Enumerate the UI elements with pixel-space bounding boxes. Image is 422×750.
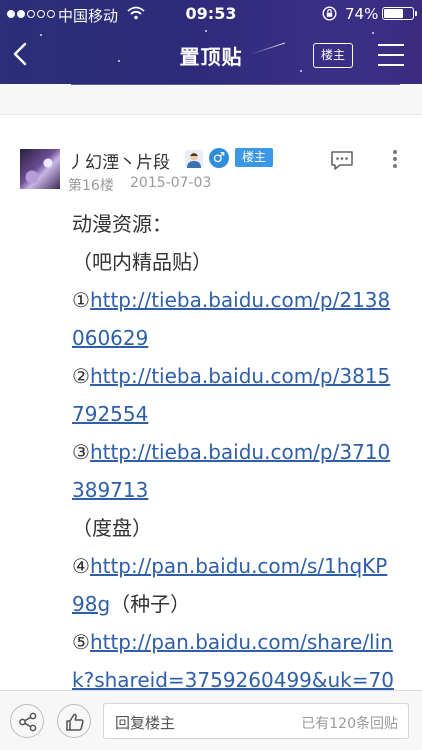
reply-bar: 回复楼主 已有120条回贴 (0, 690, 422, 750)
list-marker: ④ (72, 554, 90, 578)
reply-input[interactable]: 回复楼主 已有120条回贴 (103, 703, 409, 739)
divider (71, 84, 400, 85)
floor-number: 第16楼 (68, 178, 114, 194)
post-line: （度盘） (72, 516, 402, 554)
post-line: 动漫资源： (72, 212, 402, 250)
post-link[interactable]: 98g (72, 592, 110, 616)
post-content: 动漫资源： （吧内精品贴） ①http://tieba.baidu.com/p/… (72, 212, 402, 706)
post-text: 动漫资源： (72, 212, 172, 236)
list-marker: ② (72, 364, 90, 388)
post-text: （种子） (110, 592, 191, 616)
star-decoration (300, 70, 302, 72)
post-line: ④http://pan.baidu.com/s/1hqKP (72, 554, 402, 592)
list-marker: ⑤ (72, 630, 90, 654)
post-link[interactable]: http://pan.baidu.com/share/lin (90, 630, 393, 654)
post-line: （吧内精品贴） (72, 250, 402, 288)
post-link[interactable]: http://tieba.baidu.com/p/3710 (90, 440, 390, 464)
user-icon (185, 150, 203, 168)
post-line: ①http://tieba.baidu.com/p/2138 (72, 288, 402, 326)
post-link[interactable]: http://tieba.baidu.com/p/2138 (90, 288, 390, 312)
divider (0, 114, 422, 115)
status-bar: 中国移动 09:53 74% (0, 0, 422, 28)
male-gender-icon: ♂ (209, 148, 229, 168)
post-line: 060629 (72, 326, 402, 364)
comment-icon[interactable] (330, 150, 354, 170)
post-line: 792554 (72, 402, 402, 440)
post-date: 2015-07-03 (130, 175, 212, 191)
post-link[interactable]: 060629 (72, 326, 148, 350)
star-decoration (372, 32, 374, 34)
star-decoration (205, 30, 207, 32)
like-button[interactable] (57, 704, 91, 738)
post-line: 98g（种子） (72, 592, 402, 630)
rotation-lock-icon (322, 6, 337, 21)
share-button[interactable] (10, 704, 44, 738)
post-link[interactable]: k?shareid=3759260499&uk=70 (72, 668, 394, 692)
post-link[interactable]: 792554 (72, 402, 148, 426)
menu-icon[interactable] (378, 44, 404, 66)
post-link[interactable]: 389713 (72, 478, 148, 502)
post-text: （度盘） (72, 516, 152, 540)
thumbs-up-icon (66, 713, 84, 731)
avatar[interactable] (20, 149, 60, 189)
reply-count: 已有120条回贴 (301, 716, 398, 732)
post-line: 389713 (72, 478, 402, 516)
more-icon[interactable] (392, 150, 398, 170)
post-link[interactable]: http://tieba.baidu.com/p/3815 (90, 364, 390, 388)
only-owner-button[interactable]: 楼主 (313, 43, 353, 68)
owner-badge: 楼主 (235, 148, 273, 167)
top-header: 中国移动 09:53 74% 置顶贴 楼主 (0, 0, 422, 84)
post-link[interactable]: http://pan.baidu.com/s/1hqKP (90, 554, 387, 578)
battery-icon (382, 7, 417, 20)
post-line: ⑤http://pan.baidu.com/share/lin (72, 630, 402, 668)
list-marker: ③ (72, 440, 90, 464)
post-line: ③http://tieba.baidu.com/p/3710 (72, 440, 402, 478)
previous-post-edge (0, 84, 422, 114)
post-line: ②http://tieba.baidu.com/p/3815 (72, 364, 402, 402)
list-marker: ① (72, 288, 90, 312)
page-title: 置顶贴 (179, 45, 243, 69)
reply-placeholder: 回复楼主 (115, 714, 176, 732)
battery-percent: 74% (345, 5, 379, 23)
star-decoration (40, 34, 42, 36)
post-text: （吧内精品贴） (72, 250, 212, 274)
username[interactable]: 丿幻湮丶片段 (68, 148, 170, 173)
share-icon (19, 712, 37, 732)
